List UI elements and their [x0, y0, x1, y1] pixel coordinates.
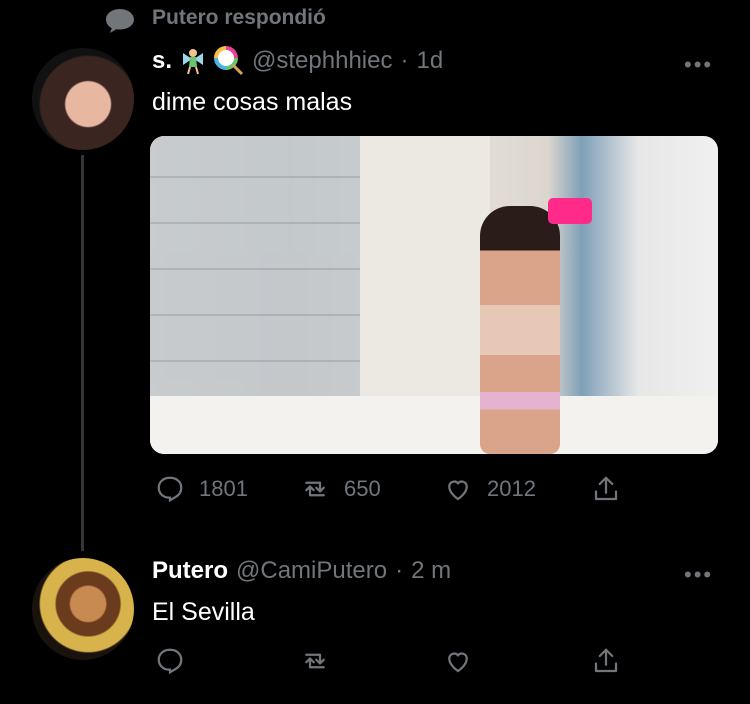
- reply-context-label: Putero respondió: [152, 6, 326, 29]
- retweet-button[interactable]: 650: [300, 474, 381, 504]
- timestamp[interactable]: 1d: [416, 47, 443, 75]
- retweet-icon: [305, 481, 325, 497]
- photo-phone: [548, 198, 592, 224]
- tweet-text: El Sevilla: [152, 598, 255, 626]
- user-handle[interactable]: @stephhhiec: [252, 47, 392, 75]
- more-options-button[interactable]: •••: [684, 562, 713, 588]
- thread-line: [81, 155, 84, 551]
- user-handle[interactable]: @CamiPutero: [236, 557, 387, 585]
- photo-counter: [150, 396, 718, 454]
- like-button[interactable]: [443, 646, 473, 676]
- share-button[interactable]: [591, 646, 621, 676]
- reply-button[interactable]: 1801: [155, 474, 248, 504]
- photo-person: [480, 206, 560, 454]
- separator-dot: ·: [395, 557, 404, 584]
- retweet-icon: [305, 653, 325, 669]
- reply-count: 1801: [199, 476, 248, 501]
- tweet-header: s. @stephhhiec · 1d: [152, 46, 443, 76]
- speech-bubble-icon: [106, 9, 134, 33]
- reply-button[interactable]: [155, 646, 185, 676]
- share-icon: [594, 476, 618, 501]
- avatar[interactable]: [32, 558, 134, 660]
- display-name[interactable]: Putero: [152, 557, 228, 585]
- share-button[interactable]: [591, 474, 621, 504]
- reply-icon: [157, 476, 183, 503]
- reply-icon: [157, 648, 183, 675]
- fairy-emoji-icon: [183, 49, 204, 75]
- display-name[interactable]: s.: [152, 47, 172, 75]
- retweet-count: 650: [344, 476, 381, 501]
- heart-icon: [448, 480, 468, 501]
- like-count: 2012: [487, 476, 536, 501]
- lollipop-emoji-icon: [214, 46, 244, 76]
- more-options-button[interactable]: •••: [684, 52, 713, 78]
- tweet-media-photo[interactable]: [150, 136, 718, 454]
- share-icon: [594, 648, 618, 673]
- avatar[interactable]: [32, 48, 134, 150]
- tweet-header: Putero @CamiPutero · 2 m: [152, 557, 451, 585]
- separator-dot: ·: [400, 47, 409, 74]
- retweet-button[interactable]: [300, 646, 330, 676]
- tweet-text: dime cosas malas: [152, 88, 353, 116]
- heart-icon: [448, 652, 468, 673]
- like-button[interactable]: 2012: [443, 474, 536, 504]
- timestamp[interactable]: 2 m: [411, 557, 451, 585]
